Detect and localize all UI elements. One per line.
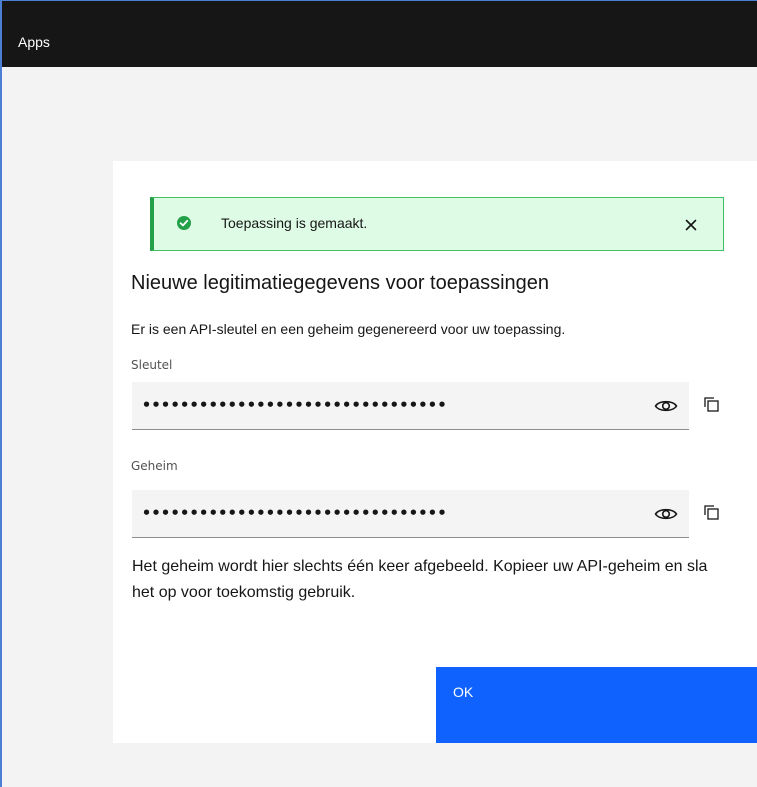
checkmark-circle-icon <box>176 215 192 231</box>
notification-message: Toepassing is gemaakt. <box>221 215 368 231</box>
secret-value: •••••••••••••••••••••••••••••••• <box>142 504 447 522</box>
key-field[interactable]: •••••••••••••••••••••••••••••••• <box>132 382 689 430</box>
modal-title: Nieuwe legitimatiegegevens voor toepassi… <box>131 272 550 294</box>
close-icon[interactable] <box>681 215 701 235</box>
key-value: •••••••••••••••••••••••••••••••• <box>142 396 447 414</box>
secret-field[interactable]: •••••••••••••••••••••••••••••••• <box>132 490 689 538</box>
ok-button-label: OK <box>453 684 474 700</box>
secret-label: Geheim <box>131 459 178 473</box>
key-label: Sleutel <box>131 358 173 372</box>
show-secret-eye-icon[interactable] <box>653 502 679 526</box>
credentials-modal: Toepassing is gemaakt. Nieuwe legitimati… <box>113 161 757 743</box>
top-bar: Apps <box>2 1 757 67</box>
secret-warning-note: Het geheim wordt hier slechts één keer a… <box>132 558 708 601</box>
modal-description: Er is een API-sleutel en een geheim gege… <box>131 321 566 337</box>
copy-key-copy-icon[interactable] <box>701 394 723 416</box>
ok-button[interactable]: OK <box>436 667 757 743</box>
copy-secret-copy-icon[interactable] <box>701 502 723 524</box>
success-notification: Toepassing is gemaakt. <box>150 197 724 251</box>
app-title: Apps <box>18 34 50 50</box>
show-key-eye-icon[interactable] <box>653 394 679 418</box>
